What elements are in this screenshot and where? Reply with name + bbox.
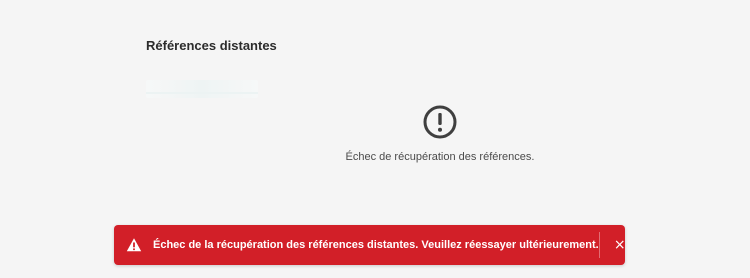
toast-message: Échec de la récupération des références … [153,239,599,251]
loading-placeholder [146,80,258,98]
close-icon[interactable]: × [600,225,640,265]
error-state: Échec de récupération des références. [300,104,580,163]
warning-triangle-icon [126,238,142,252]
panel-title: Références distantes [146,38,277,53]
error-toast: Échec de la récupération des références … [114,225,626,265]
error-message: Échec de récupération des références. [345,151,535,163]
exclamation-circle-icon [423,105,457,139]
